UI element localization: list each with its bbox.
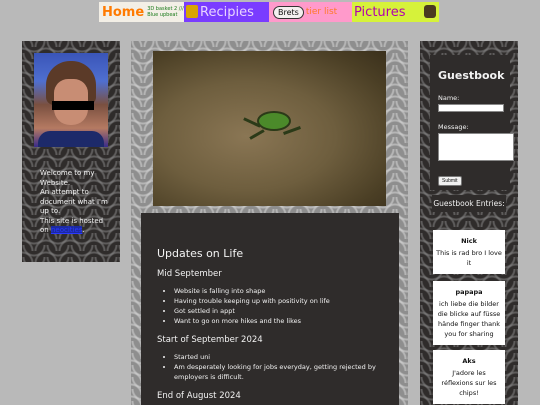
entry-message: J'adore les réflexions sur les chips! [441,369,497,397]
list-item: Having trouble keeping up with positivit… [174,296,385,306]
entry-author: Aks [462,357,476,365]
nav-home-link[interactable]: Home 3D basket 2 /// Blue upbeat [99,2,184,22]
nav-home-doodle: 3D basket 2 /// Blue upbeat [147,6,184,18]
nav-recipes-link[interactable]: Recipies [184,2,269,22]
frog [259,113,289,129]
nav-tierlist-label: tier list [305,7,338,17]
left-sidebar: Welcome to my Website. An attempt to doc… [22,41,120,262]
name-label: Name: [438,94,460,102]
pictures-thumbnail [424,5,436,18]
list-item: Started uni [174,352,385,362]
list-item: Got settled in appt [174,306,385,316]
top-nav: Home 3D basket 2 /// Blue upbeat Recipie… [99,2,439,22]
entry-message: This is rad bro I love it [436,249,502,267]
nav-pictures-label: Pictures [354,4,406,20]
section-heading: Mid September [157,269,222,279]
recipes-thumbnail [186,5,198,18]
entry-author: papapa [455,288,483,296]
name-field[interactable] [438,104,504,112]
message-field[interactable] [438,133,514,161]
guestbook-entry: Nick This is rad bro I love it [433,230,505,274]
nav-tierlist-link[interactable]: Brets tier list [269,2,352,22]
avatar [34,53,108,147]
guestbook-title: Guestbook [438,69,505,82]
main-content: Updates on Life Mid September Website is… [131,41,408,405]
nav-brets-pill: Brets [273,5,304,19]
section-list: Started uni Am desperately looking for j… [174,352,385,382]
section-heading: Start of September 2024 [157,335,263,345]
entry-author: Nick [461,237,477,245]
neocities-link[interactable]: neocities [50,226,83,234]
guestbook-entry: papapa ich liebe die bilder die blicke a… [433,281,505,345]
nav-home-label: Home [102,4,145,20]
updates-panel: Updates on Life Mid September Website is… [141,213,399,405]
message-label: Message: [438,123,469,131]
entries-heading: Guestbook Entries: [432,195,506,212]
right-sidebar: Guestbook Name: Message: Submit Guestboo… [420,41,518,405]
updates-title: Updates on Life [157,247,244,260]
guestbook-form: Guestbook Name: Message: Submit [430,55,514,190]
section-heading: End of August 2024 [157,391,241,401]
guestbook-entry: Aks J'adore les réflexions sur les chips… [433,350,505,404]
nav-pictures-link[interactable]: Pictures [352,2,439,22]
welcome-text: Welcome to my Website. An attempt to doc… [40,169,108,234]
censor-bar [52,101,94,110]
section-list: Website is falling into shape Having tro… [174,286,385,326]
frog-photo [153,51,386,206]
list-item: Want to go on more hikes and the likes [174,316,385,326]
list-item: Website is falling into shape [174,286,385,296]
entry-message: ich liebe die bilder die blicke auf füss… [437,300,501,338]
submit-button[interactable]: Submit [438,176,462,186]
list-item: Am desperately looking for jobs everyday… [174,362,385,382]
